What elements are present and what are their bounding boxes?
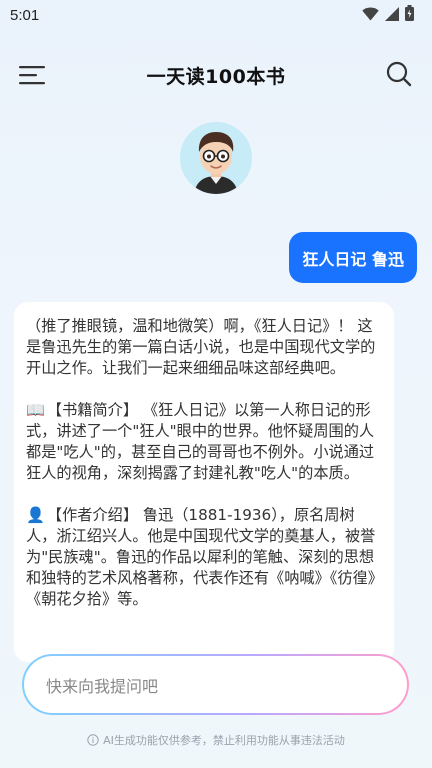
menu-icon	[19, 66, 45, 85]
info-icon	[87, 734, 99, 746]
wifi-icon	[362, 6, 379, 25]
search-icon	[386, 61, 412, 87]
person-icon: 👤	[26, 506, 45, 524]
disclaimer: AI生成功能仅供参考，禁止利用功能从事违法活动	[0, 732, 432, 748]
user-message-bubble: 狂人日记 鲁迅	[289, 232, 417, 283]
user-message-text: 狂人日记 鲁迅	[302, 249, 404, 269]
book-intro-text: 【书籍简介】 《狂人日记》以第一人称日记的形式，讲述了一个"狂人"眼中的世界。他…	[26, 401, 375, 482]
status-icons	[362, 5, 414, 25]
book-icon: 📖	[26, 401, 45, 419]
ai-message-author-intro: 👤 【作者介绍】 鲁迅（1881-1936），原名周树人，浙江绍兴人。他是中国现代…	[26, 505, 382, 610]
assistant-avatar	[180, 122, 252, 194]
page-title: 一天读100本书	[146, 65, 286, 88]
app-header: 一天读100本书	[0, 50, 432, 100]
disclaimer-text: AI生成功能仅供参考，禁止利用功能从事违法活动	[103, 734, 345, 747]
ai-message-book-intro: 📖 【书籍简介】 《狂人日记》以第一人称日记的形式，讲述了一个"狂人"眼中的世界。…	[26, 400, 382, 484]
question-input[interactable]: 快来向我提问吧	[22, 654, 409, 715]
status-time: 5:01	[10, 6, 40, 24]
author-intro-text: 【作者介绍】 鲁迅（1881-1936），原名周树人，浙江绍兴人。他是中国现代文…	[26, 506, 376, 608]
question-input-placeholder: 快来向我提问吧	[46, 676, 159, 696]
ai-message-intro: （推了推眼镜，温和地微笑）啊，《狂人日记》！ 这是鲁迅先生的第一篇白话小说，也是…	[26, 317, 376, 377]
battery-icon	[405, 5, 414, 25]
status-bar: 5:01	[0, 0, 432, 30]
signal-icon	[385, 6, 399, 25]
ai-message-bubble: （推了推眼镜，温和地微笑）啊，《狂人日记》！ 这是鲁迅先生的第一篇白话小说，也是…	[14, 302, 394, 662]
search-button[interactable]	[386, 61, 412, 87]
menu-button[interactable]	[18, 63, 46, 87]
